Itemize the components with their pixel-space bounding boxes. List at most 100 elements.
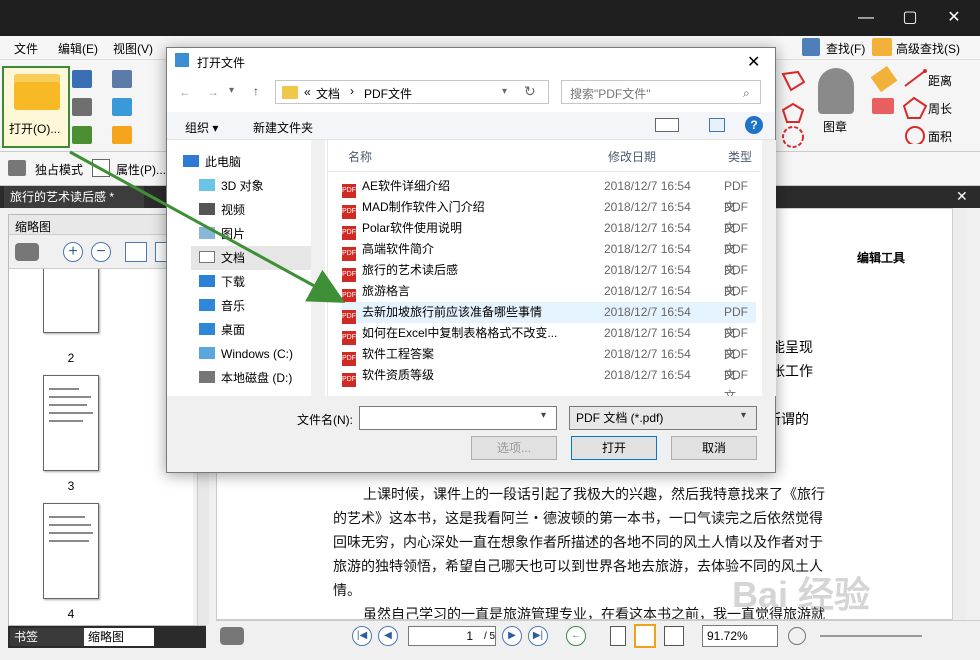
- page-thumbnail[interactable]: [43, 375, 99, 471]
- organize-button[interactable]: 组织 ▾: [185, 119, 218, 136]
- properties-button[interactable]: 属性(P)...: [116, 161, 166, 178]
- view-mode-icon[interactable]: [655, 118, 679, 132]
- next-page-icon[interactable]: ▶: [502, 626, 522, 646]
- back-icon[interactable]: ←: [566, 626, 586, 646]
- back-arrow-icon[interactable]: ←: [179, 85, 191, 99]
- refresh-icon[interactable]: ↻: [524, 83, 536, 100]
- single-page-icon[interactable]: [610, 626, 626, 646]
- exclusive-mode-button[interactable]: 独占模式: [35, 161, 83, 178]
- help-icon[interactable]: ?: [745, 116, 763, 134]
- name-column-header[interactable]: 名称: [348, 146, 372, 168]
- path-pdf-folder[interactable]: PDF文件: [364, 85, 412, 102]
- file-name-dropdown-icon[interactable]: ▾: [541, 410, 546, 421]
- stamp-button[interactable]: 图章: [823, 118, 847, 135]
- distance-button[interactable]: 距离: [928, 72, 952, 89]
- search-input[interactable]: 搜索"PDF文件": [561, 80, 761, 104]
- fit-page-icon[interactable]: [634, 624, 656, 648]
- folder-tree-scrollbar[interactable]: [311, 140, 325, 396]
- two-page-icon[interactable]: [664, 626, 684, 646]
- thumbnails-tab[interactable]: 缩略图: [84, 628, 154, 646]
- tree-downloads[interactable]: 下载: [199, 270, 245, 294]
- measure-tools-icon[interactable]: [900, 66, 930, 144]
- forward-arrow-icon[interactable]: →: [207, 85, 219, 99]
- file-row[interactable]: PDF 如何在Excel中复制表格格式不改变... 2018/12/7 16:54 P…: [342, 323, 756, 361]
- menu-file[interactable]: 文件: [14, 40, 38, 57]
- zoom-in-icon[interactable]: +: [63, 242, 83, 262]
- document-scrollbar[interactable]: [952, 208, 966, 620]
- menu-view[interactable]: 视图(V): [113, 40, 153, 57]
- file-type-dropdown-icon[interactable]: ▾: [741, 410, 746, 421]
- recent-dropdown-icon[interactable]: ▾: [229, 85, 234, 96]
- new-document-icon[interactable]: [112, 126, 132, 144]
- zoom-slider[interactable]: [820, 635, 922, 637]
- tree-music[interactable]: 音乐: [199, 294, 245, 318]
- preview-pane-icon[interactable]: [709, 118, 725, 132]
- scan-icon[interactable]: [112, 98, 132, 116]
- advanced-find-button[interactable]: 高级查找(S): [896, 40, 960, 57]
- file-row[interactable]: PDF MAD制作软件入门介绍 2018/12/7 16:54 PDF 文: [342, 197, 756, 235]
- dialog-close-icon[interactable]: ✕: [747, 52, 760, 72]
- last-page-icon[interactable]: ▶|: [528, 626, 548, 646]
- file-row[interactable]: PDF软件资质等级2018/12/7 16:54PDF 文: [342, 365, 756, 403]
- open-file-button[interactable]: 打开(O)...: [2, 66, 70, 148]
- minimize-button[interactable]: —: [846, 6, 886, 30]
- zoom-input[interactable]: 91.72%: [702, 625, 778, 647]
- previous-page-icon[interactable]: ◀: [378, 626, 398, 646]
- file-row[interactable]: PDF 旅行的艺术读后感 2018/12/7 16:54 PDF 文: [342, 260, 756, 298]
- type-column-header[interactable]: 类型: [728, 146, 752, 168]
- tree-desktop[interactable]: 桌面: [199, 318, 245, 342]
- tree-documents[interactable]: 文档: [191, 246, 311, 270]
- path-documents[interactable]: 文档: [316, 85, 340, 102]
- file-row[interactable]: PDF 高端软件简介 2018/12/7 16:54 PDF 文: [342, 239, 756, 277]
- file-name-input[interactable]: [359, 406, 557, 430]
- status-settings-icon[interactable]: [220, 627, 244, 645]
- file-row[interactable]: PDF旅游格言2018/12/7 16:54PDF 文: [342, 281, 756, 319]
- page-thumbnail[interactable]: [43, 269, 99, 333]
- tree-pictures[interactable]: 图片: [199, 222, 245, 246]
- stamp-icon[interactable]: [818, 68, 854, 114]
- first-page-icon[interactable]: |◀: [352, 626, 372, 646]
- area-button[interactable]: 面积: [928, 128, 952, 145]
- modified-date-column-header[interactable]: 修改日期: [608, 146, 656, 168]
- file-type-select[interactable]: PDF 文档 (*.pdf): [569, 406, 757, 430]
- email-icon[interactable]: [112, 70, 132, 88]
- file-row[interactable]: PDF Polar软件使用说明 2018/12/7 16:54 PDF 文: [342, 218, 756, 256]
- page-thumbnail[interactable]: [43, 503, 99, 599]
- zoom-out-status-icon[interactable]: [788, 627, 806, 645]
- tree-windows-c[interactable]: Windows (C:): [199, 342, 293, 366]
- print-icon[interactable]: [72, 98, 92, 116]
- address-bar[interactable]: « 文档 › PDF文件 ▾ ↻: [275, 80, 549, 104]
- eraser-icon[interactable]: [872, 98, 894, 114]
- zoom-out-icon[interactable]: −: [91, 242, 111, 262]
- up-arrow-icon[interactable]: ↑: [253, 84, 259, 98]
- advanced-find-icon[interactable]: [872, 38, 892, 56]
- file-row[interactable]: PDF 软件工程答案 2018/12/7 16:54 PDF 文: [342, 344, 756, 382]
- tree-this-pc[interactable]: 此电脑: [183, 150, 241, 174]
- tree-3d-objects[interactable]: 3D 对象: [199, 174, 264, 198]
- new-folder-button[interactable]: 新建文件夹: [253, 119, 313, 136]
- find-button[interactable]: 查找(F): [826, 40, 865, 57]
- perimeter-button[interactable]: 周长: [928, 100, 952, 117]
- options-button[interactable]: 选项...: [471, 436, 557, 460]
- save-icon[interactable]: [72, 70, 92, 88]
- bookmarks-tab[interactable]: 书签: [10, 628, 84, 646]
- open-button[interactable]: 打开: [571, 436, 657, 460]
- settings-icon[interactable]: [15, 243, 39, 261]
- tree-videos[interactable]: 视频: [199, 198, 245, 222]
- cancel-button[interactable]: 取消: [671, 436, 757, 460]
- shape-tools-icon[interactable]: [778, 66, 808, 152]
- address-dropdown-icon[interactable]: ▾: [502, 86, 507, 97]
- pencil-icon[interactable]: [870, 65, 898, 93]
- file-row[interactable]: PDF 去新加坡旅行前应该准备哪些事情 2018/12/7 16:54 PDF 文: [342, 302, 756, 340]
- find-icon[interactable]: [802, 38, 820, 56]
- page-input[interactable]: 1: [408, 626, 496, 646]
- file-row[interactable]: PDF AE软件详细介绍 2018/12/7 16:54 PDF 文: [342, 176, 756, 214]
- file-list-scrollbar[interactable]: [762, 140, 776, 396]
- rotate-left-icon[interactable]: [125, 242, 147, 262]
- export-icon[interactable]: [72, 126, 92, 144]
- maximize-button[interactable]: ▢: [890, 6, 930, 30]
- document-tab[interactable]: 旅行的艺术读后感 *: [4, 186, 144, 208]
- tree-local-d[interactable]: 本地磁盘 (D:): [199, 366, 292, 390]
- close-document-icon[interactable]: ✕: [956, 188, 968, 205]
- close-window-button[interactable]: ✕: [934, 6, 974, 30]
